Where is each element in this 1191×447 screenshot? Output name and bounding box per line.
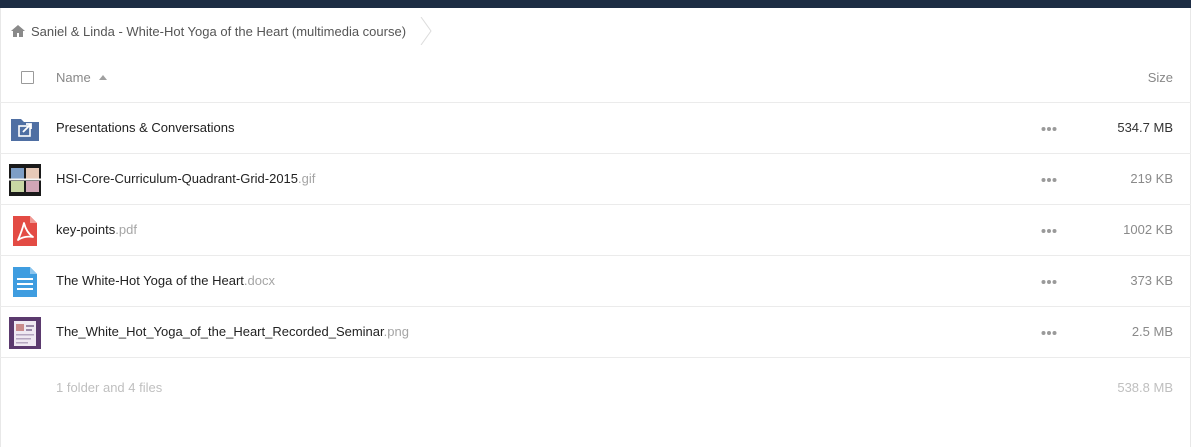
file-name[interactable]: The White-Hot Yoga of the Heart.docx: [56, 273, 275, 288]
top-bar: [0, 0, 1191, 8]
file-count-summary: 1 folder and 4 files: [56, 380, 163, 395]
sort-ascending-icon: [98, 75, 107, 80]
png-thumbnail: [9, 317, 41, 349]
file-size: 219 KB: [1130, 171, 1173, 186]
file-size: 534.7 MB: [1117, 120, 1173, 135]
file-name[interactable]: key-points.pdf: [56, 222, 137, 237]
name-column-label: Name: [56, 70, 91, 85]
file-size: 1002 KB: [1123, 222, 1173, 237]
file-size: 373 KB: [1130, 273, 1173, 288]
breadcrumb-current-folder[interactable]: Saniel & Linda - White-Hot Yoga of the H…: [31, 24, 406, 39]
file-name[interactable]: Presentations & Conversations: [56, 120, 234, 135]
more-actions-icon[interactable]: [1041, 177, 1057, 183]
more-actions-icon[interactable]: [1041, 330, 1057, 336]
more-actions-icon[interactable]: [1041, 279, 1057, 285]
document-icon: [13, 267, 37, 297]
more-actions-icon[interactable]: [1041, 126, 1057, 132]
sort-by-name-button[interactable]: Name: [56, 70, 107, 85]
gif-thumbnail: [9, 164, 41, 196]
breadcrumb: Saniel & Linda - White-Hot Yoga of the H…: [10, 17, 432, 45]
sort-by-size-button[interactable]: Size: [1148, 70, 1173, 85]
app-logo[interactable]: [595, 0, 651, 6]
total-size: 538.8 MB: [1117, 380, 1173, 395]
file-row[interactable]: HSI-Core-Curriculum-Quadrant-Grid-2015.g…: [0, 154, 1191, 205]
file-list-summary: 1 folder and 4 files 538.8 MB: [0, 366, 1191, 406]
file-size: 2.5 MB: [1131, 324, 1173, 339]
pdf-icon: [13, 216, 37, 246]
select-all-checkbox[interactable]: [21, 71, 34, 84]
file-list-header: Name Size: [0, 56, 1191, 103]
file-name[interactable]: The_White_Hot_Yoga_of_the_Heart_Recorded…: [56, 324, 409, 339]
shared-folder-icon: [11, 119, 39, 141]
home-icon[interactable]: [10, 24, 26, 38]
file-name[interactable]: HSI-Core-Curriculum-Quadrant-Grid-2015.g…: [56, 171, 315, 186]
file-row[interactable]: Presentations & Conversations 534.7 MB: [0, 103, 1191, 154]
more-actions-icon[interactable]: [1041, 228, 1057, 234]
breadcrumb-separator-icon: [420, 17, 432, 45]
file-row[interactable]: The White-Hot Yoga of the Heart.docx 373…: [0, 256, 1191, 307]
file-row[interactable]: key-points.pdf 1002 KB: [0, 205, 1191, 256]
file-row[interactable]: The_White_Hot_Yoga_of_the_Heart_Recorded…: [0, 307, 1191, 358]
